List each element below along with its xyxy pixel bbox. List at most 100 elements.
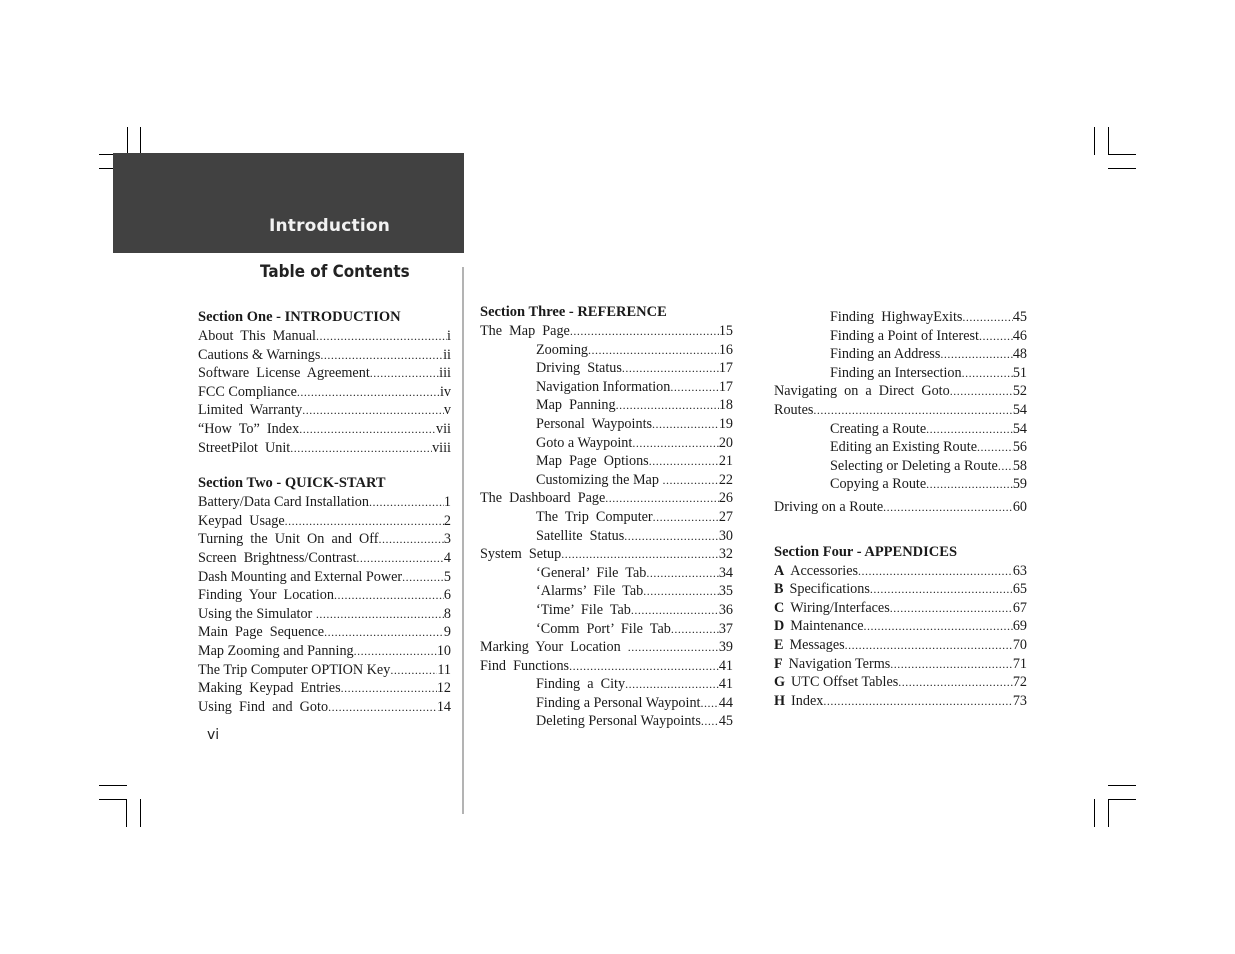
toc-entry[interactable]: StreetPilot Unit viii bbox=[198, 439, 451, 458]
crop-mark-line bbox=[1094, 127, 1095, 155]
toc-entry-label: Goto a Waypoint bbox=[536, 434, 633, 451]
toc-entry-label: Personal Waypoints bbox=[536, 415, 653, 432]
toc-entry-page: 8 bbox=[443, 605, 451, 622]
toc-entry[interactable]: Editing an Existing Route 56 bbox=[774, 438, 1027, 457]
toc-entry[interactable]: Finding an Intersection 51 bbox=[774, 364, 1027, 383]
toc-entry[interactable]: Finding a City 41 bbox=[480, 675, 733, 694]
toc-entry-page: 2 bbox=[443, 512, 451, 529]
toc-entry-page: 45 bbox=[718, 713, 733, 730]
toc-entry-page: iv bbox=[439, 383, 451, 400]
toc-entry[interactable]: Copying a Route 59 bbox=[774, 475, 1027, 494]
toc-entry[interactable]: Cautions & Warnings ii bbox=[198, 346, 451, 365]
toc-entry[interactable]: Map Page Options 21 bbox=[480, 452, 733, 471]
toc-entry[interactable]: Turning the Unit On and Off 3 bbox=[198, 530, 451, 549]
dot-leader bbox=[402, 568, 444, 587]
toc-entry[interactable]: Driving on a Route 60 bbox=[774, 498, 1027, 517]
crop-mark-line bbox=[99, 799, 127, 800]
toc-entry-label: Marking Your Location bbox=[480, 639, 628, 656]
toc-entry[interactable]: Using Find and Goto 14 bbox=[198, 698, 451, 717]
toc-entry[interactable]: F Navigation Terms 71 bbox=[774, 655, 1027, 674]
section-title: Section Two - QUICK-START bbox=[198, 475, 386, 492]
toc-entry[interactable]: B Specifications 65 bbox=[774, 580, 1027, 599]
dot-leader bbox=[890, 655, 1013, 674]
toc-entry[interactable]: Marking Your Location 39 bbox=[480, 638, 733, 657]
toc-entry-label: Finding a City bbox=[536, 676, 626, 693]
toc-entry[interactable]: Finding a Point of Interest 46 bbox=[774, 327, 1027, 346]
toc-entry-label: Maintenance bbox=[790, 618, 864, 635]
toc-entry[interactable]: Finding an Address 48 bbox=[774, 345, 1027, 364]
toc-entry[interactable]: Driving Status 17 bbox=[480, 359, 733, 378]
section-one-entries: About This ManualiCautions & WarningsiiS… bbox=[198, 327, 451, 457]
toc-entry[interactable]: E Messages 70 bbox=[774, 636, 1027, 655]
toc-entry[interactable]: Find Functions 41 bbox=[480, 657, 733, 676]
toc-entry[interactable]: Selecting or Deleting a Route 58 bbox=[774, 457, 1027, 476]
toc-entry-label: Selecting or Deleting a Route bbox=[830, 457, 998, 474]
toc-entry[interactable]: Zooming 16 bbox=[480, 341, 733, 360]
toc-entry[interactable]: Routes 54 bbox=[774, 401, 1027, 420]
toc-entry-label: Using Find and Goto bbox=[198, 698, 329, 715]
toc-entry-page: 52 bbox=[1012, 383, 1027, 400]
toc-entry-page: 60 bbox=[1012, 498, 1027, 515]
toc-entry[interactable]: FCC Compliance iv bbox=[198, 383, 451, 402]
toc-entry[interactable]: H Index 73 bbox=[774, 692, 1027, 711]
toc-entry-page: 56 bbox=[1012, 439, 1027, 456]
toc-entry[interactable]: Making Keypad Entries 12 bbox=[198, 679, 451, 698]
toc-entry[interactable]: About This Manual i bbox=[198, 327, 451, 346]
toc-entry[interactable]: Finding HighwayExits 45 bbox=[774, 308, 1027, 327]
toc-entry[interactable]: Satellite Status 30 bbox=[480, 527, 733, 546]
toc-entry-label: Map Panning bbox=[536, 397, 616, 414]
toc-entry[interactable]: Goto a Waypoint 20 bbox=[480, 434, 733, 453]
toc-entry-page: viii bbox=[432, 439, 451, 456]
toc-entry[interactable]: D Maintenance 69 bbox=[774, 617, 1027, 636]
toc-entry[interactable]: Finding Your Location 6 bbox=[198, 586, 451, 605]
toc-heading: Table of Contents bbox=[260, 262, 410, 281]
toc-entry[interactable]: Creating a Route 54 bbox=[774, 420, 1027, 439]
toc-entry[interactable]: Personal Waypoints 19 bbox=[480, 415, 733, 434]
toc-entry-page: 35 bbox=[718, 583, 733, 600]
toc-entry-label: Zooming bbox=[536, 341, 589, 358]
toc-entry[interactable]: The Trip Computer OPTION Key 11 bbox=[198, 661, 451, 680]
toc-entry[interactable]: Deleting Personal Waypoints 45 bbox=[480, 712, 733, 731]
toc-entry-label: Specifications bbox=[789, 581, 870, 598]
dot-leader bbox=[316, 605, 444, 624]
dot-leader bbox=[950, 382, 1013, 401]
toc-entry[interactable]: C Wiring/Interfaces 67 bbox=[774, 599, 1027, 618]
section-three-entries: The Map Page15Zooming16Driving Status17N… bbox=[480, 322, 733, 731]
toc-entry[interactable]: Keypad Usage 2 bbox=[198, 512, 451, 531]
dot-leader bbox=[605, 489, 719, 508]
toc-entry[interactable]: ‘Alarms’ File Tab 35 bbox=[480, 582, 733, 601]
toc-entry[interactable]: Navigating on a Direct Goto 52 bbox=[774, 382, 1027, 401]
toc-entry[interactable]: Using the Simulator 8 bbox=[198, 605, 451, 624]
toc-entry[interactable]: Map Zooming and Panning 10 bbox=[198, 642, 451, 661]
toc-entry[interactable]: Navigation Information 17 bbox=[480, 378, 733, 397]
dot-leader bbox=[845, 636, 1013, 655]
toc-entry[interactable]: A Accessories 63 bbox=[774, 562, 1027, 581]
toc-entry[interactable]: ‘Time’ File Tab 36 bbox=[480, 601, 733, 620]
toc-entry-label: ‘Comm Port’ File Tab bbox=[536, 620, 671, 637]
toc-entry[interactable]: ‘General’ File Tab 34 bbox=[480, 564, 733, 583]
toc-entry-page: 1 bbox=[443, 494, 451, 511]
toc-entry[interactable]: Battery/Data Card Installation 1 bbox=[198, 493, 451, 512]
toc-entry[interactable]: Customizing the Map 22 bbox=[480, 471, 733, 490]
toc-entry[interactable]: Map Panning 18 bbox=[480, 396, 733, 415]
toc-entry[interactable]: Software License Agreement iii bbox=[198, 364, 451, 383]
toc-entry[interactable]: Dash Mounting and External Power 5 bbox=[198, 568, 451, 587]
toc-entry[interactable]: The Map Page 15 bbox=[480, 322, 733, 341]
toc-entry-page: 17 bbox=[718, 360, 733, 377]
toc-entry[interactable]: Screen Brightness/Contrast 4 bbox=[198, 549, 451, 568]
dot-leader bbox=[813, 401, 1012, 420]
toc-entry-page: 58 bbox=[1012, 457, 1027, 474]
toc-entry[interactable]: The Trip Computer 27 bbox=[480, 508, 733, 527]
toc-entry[interactable]: G UTC Offset Tables 72 bbox=[774, 673, 1027, 692]
toc-entry[interactable]: System Setup 32 bbox=[480, 545, 733, 564]
dot-leader bbox=[649, 452, 719, 471]
toc-entry-page: 10 bbox=[436, 642, 451, 659]
toc-entry[interactable]: Main Page Sequence 9 bbox=[198, 623, 451, 642]
toc-entry[interactable]: “How To” Index vii bbox=[198, 420, 451, 439]
dot-leader bbox=[390, 661, 437, 680]
toc-entry[interactable]: The Dashboard Page 26 bbox=[480, 489, 733, 508]
toc-entry[interactable]: Finding a Personal Waypoint 44 bbox=[480, 694, 733, 713]
toc-entry-label: Finding Your Location bbox=[198, 587, 334, 604]
toc-entry[interactable]: Limited Warranty v bbox=[198, 401, 451, 420]
toc-entry[interactable]: ‘Comm Port’ File Tab 37 bbox=[480, 620, 733, 639]
